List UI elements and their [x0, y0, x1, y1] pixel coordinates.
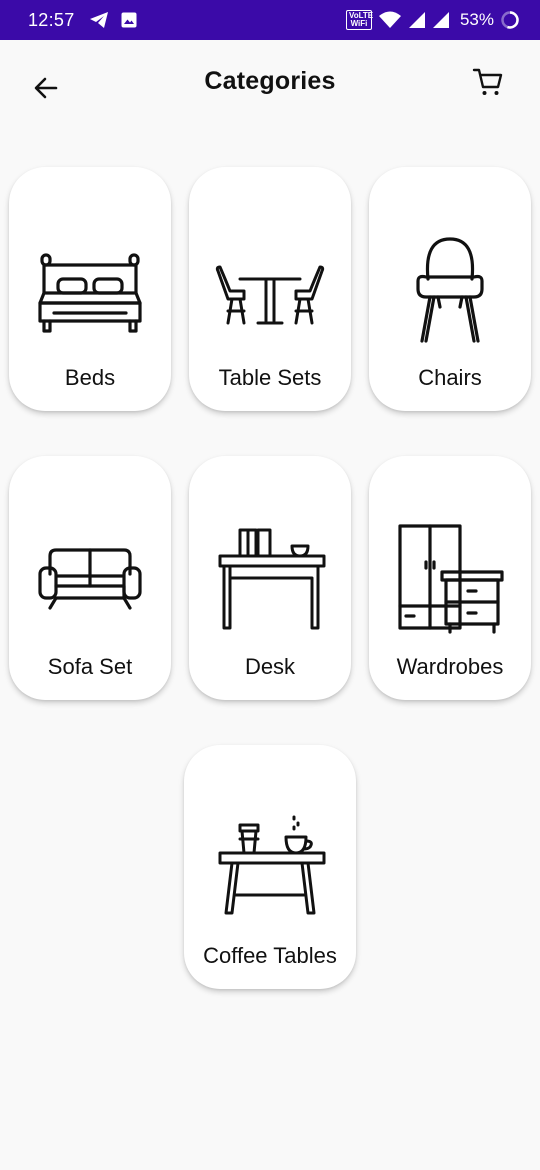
category-label: Beds	[64, 365, 116, 390]
bed-icon	[38, 253, 142, 333]
cart-icon[interactable]	[472, 66, 504, 98]
app-bar: Categories	[0, 40, 540, 130]
category-card-table-sets[interactable]: Table Sets	[189, 167, 351, 411]
coffee-table-icon	[218, 815, 326, 915]
signal-icon	[408, 12, 425, 28]
category-label: Desk	[244, 654, 296, 679]
status-bar: 12:57 VoLTE WiFi 53%	[0, 0, 540, 40]
battery-percent: 53%	[459, 10, 494, 29]
category-card-chairs[interactable]: Chairs	[369, 167, 531, 411]
wifi-icon	[378, 11, 401, 28]
category-card-coffee-tables[interactable]: Coffee Tables	[184, 745, 356, 989]
category-label: Table Sets	[218, 365, 322, 390]
category-card-beds[interactable]: Beds	[9, 167, 171, 411]
wardrobe-icon	[398, 524, 504, 634]
category-label: Wardrobes	[396, 654, 504, 679]
gallery-icon	[121, 12, 137, 28]
telegram-icon	[89, 12, 108, 28]
category-card-wardrobes[interactable]: Wardrobes	[369, 456, 531, 700]
signal-icon-2	[432, 12, 449, 28]
page-title: Categories	[204, 67, 336, 95]
category-label: Sofa Set	[47, 654, 133, 679]
sofa-icon	[38, 548, 142, 610]
category-label: Coffee Tables	[203, 943, 337, 968]
status-time: 12:57	[28, 9, 75, 30]
volte-wifi-badge: VoLTE WiFi	[345, 10, 373, 30]
category-card-desk[interactable]: Desk	[189, 456, 351, 700]
battery-icon	[501, 11, 519, 29]
desk-icon	[218, 528, 326, 630]
category-label: Chairs	[418, 365, 482, 390]
table-set-icon	[215, 265, 325, 325]
chair-icon	[416, 237, 484, 343]
category-card-sofa-set[interactable]: Sofa Set	[9, 456, 171, 700]
